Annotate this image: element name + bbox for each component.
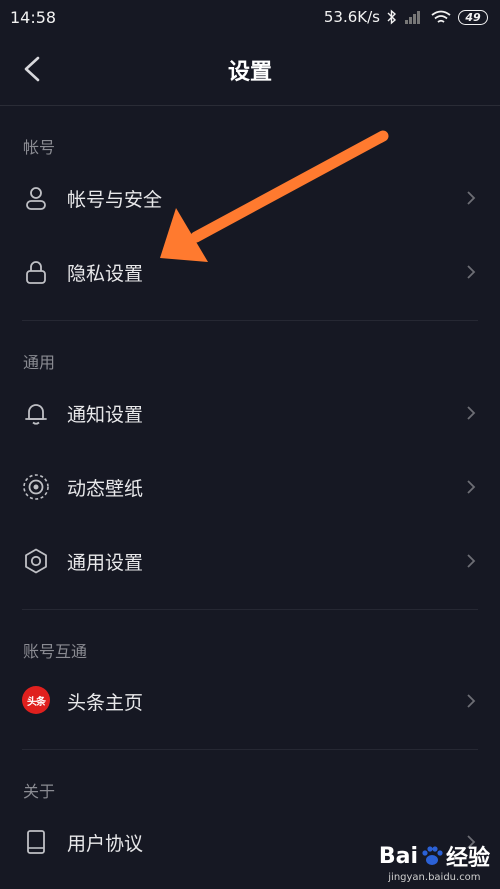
network-speed: 53.6K/s: [323, 8, 380, 26]
annotation-arrow: [160, 130, 389, 262]
section-divider: [22, 320, 478, 321]
settings-item-toutiao-home[interactable]: 头条 头条主页: [0, 671, 500, 731]
chevron-right-icon: [467, 265, 476, 279]
nav-bar: 设置: [0, 34, 500, 106]
status-bar: 14:58 53.6K/s 49: [0, 0, 500, 34]
settings-item-label: 隐私设置: [67, 263, 144, 285]
status-indicators: 53.6K/s 49: [324, 8, 488, 26]
live-wallpaper-icon: [23, 474, 49, 500]
chevron-right-icon: [467, 694, 476, 708]
settings-item-label: 动态壁纸: [67, 478, 144, 500]
section-divider: [22, 749, 478, 750]
page-title: 设置: [227, 60, 272, 85]
settings-item-label: 帐号与安全: [67, 189, 163, 211]
section-divider: [22, 609, 478, 610]
watermark-url: jingyan.baidu.com: [388, 872, 481, 883]
section-label-general: 通用: [23, 353, 56, 372]
section-label-about: 关于: [23, 782, 56, 801]
battery-icon: 49: [458, 9, 488, 25]
user-icon: [26, 187, 46, 210]
watermark-brand-left: Bai: [378, 843, 418, 869]
paw-icon: [422, 846, 443, 865]
chevron-right-icon: [467, 191, 476, 205]
settings-item-label: 通用设置: [67, 552, 144, 574]
toutiao-logo-icon: 头条: [22, 686, 50, 714]
settings-item-label: 通知设置: [67, 404, 144, 426]
gear-icon: [25, 548, 47, 574]
settings-item-live-wallpaper[interactable]: 动态壁纸: [0, 457, 500, 517]
book-icon: [27, 830, 45, 854]
signal-icon: [405, 11, 420, 24]
section-label-interop: 账号互通: [23, 642, 88, 661]
settings-item-account-security[interactable]: 帐号与安全: [0, 168, 500, 228]
settings-item-notifications[interactable]: 通知设置: [0, 383, 500, 443]
bluetooth-icon: [387, 9, 397, 25]
settings-item-general[interactable]: 通用设置: [0, 531, 500, 591]
section-label-account: 帐号: [23, 138, 56, 157]
settings-item-label: 用户协议: [67, 833, 144, 855]
settings-item-label: 头条主页: [67, 692, 144, 714]
chevron-right-icon: [467, 554, 476, 568]
settings-item-privacy[interactable]: 隐私设置: [0, 242, 500, 302]
lock-icon: [26, 261, 46, 284]
toutiao-badge-text: 头条: [27, 696, 46, 708]
status-time: 14:58: [10, 7, 57, 27]
baidu-watermark: Bai 经验 jingyan.baidu.com: [378, 840, 490, 884]
chevron-right-icon: [467, 406, 476, 420]
chevron-right-icon: [467, 480, 476, 494]
watermark-brand-right: 经验: [445, 846, 490, 871]
wifi-icon: [431, 10, 451, 23]
battery-level: 49: [465, 10, 481, 24]
bell-icon: [25, 404, 47, 425]
